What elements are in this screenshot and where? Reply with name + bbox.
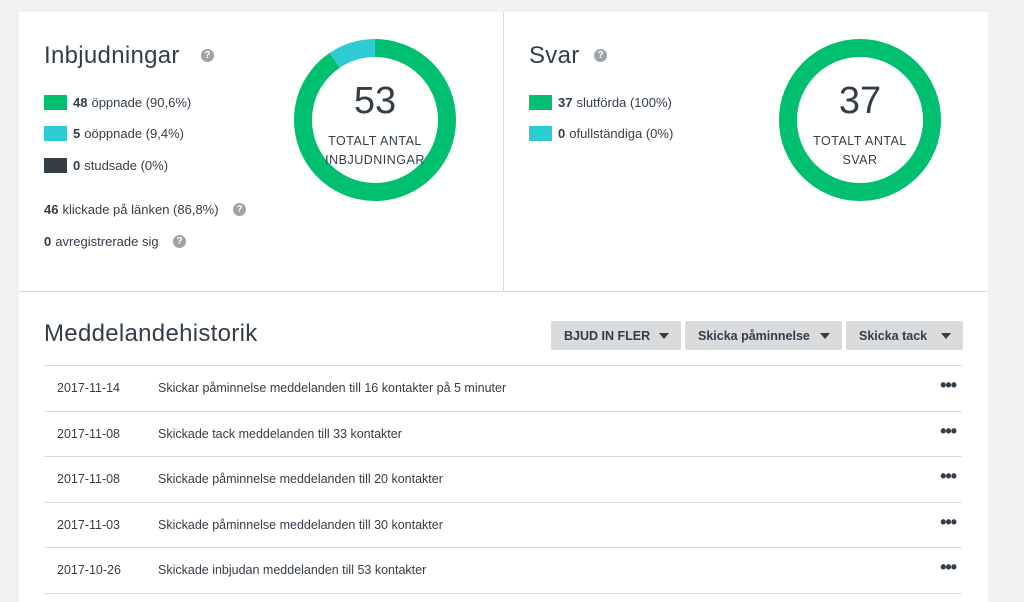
clicked-count: 46	[44, 202, 59, 217]
swatch-unopened	[44, 125, 67, 141]
row-date: 2017-11-08	[57, 472, 121, 487]
legend-incomplete-count: 0	[558, 125, 566, 141]
legend-completed-count: 37	[558, 94, 573, 110]
legend-completed: 37 slutförda (100%)	[529, 94, 672, 110]
invitations-donut-center: 53 TOTALT ANTAL INBJUDNINGAR	[292, 80, 458, 170]
legend-opened-label: öppnade (90,6%)	[91, 94, 192, 110]
summary-panel: Inbjudningar ? 48 öppnade (90,6%) 5 oöpp…	[19, 12, 988, 602]
send-thanks-label: Skicka tack	[859, 328, 928, 343]
row-date: 2017-11-14	[57, 381, 121, 395]
table-row: 2017-11-08 Skickade påminnelse meddeland…	[44, 457, 962, 503]
table-row: 2017-11-14 Skickar påminnelse meddelande…	[44, 366, 962, 412]
send-reminder-label: Skicka påminnelse	[698, 328, 810, 343]
message-history-table: 2017-11-14 Skickar påminnelse meddelande…	[44, 365, 962, 594]
more-options-icon[interactable]: •••	[940, 422, 957, 440]
responses-total-label-line2: SVAR	[842, 153, 878, 167]
horizontal-divider	[19, 291, 988, 292]
table-row: 2017-11-03 Skickade påminnelse meddeland…	[44, 503, 962, 549]
unsubscribed-label: avregistrerade sig	[55, 234, 159, 249]
unsubscribed-stat: 0 avregistrerade sig	[44, 234, 159, 249]
caret-down-icon	[659, 333, 669, 339]
legend-unopened: 5 oöppnade (9,4%)	[44, 125, 184, 141]
legend-opened: 48 öppnade (90,6%)	[44, 94, 191, 110]
row-description: Skickade påminnelse meddelanden till 30 …	[158, 517, 443, 532]
legend-incomplete: 0 ofullständiga (0%)	[529, 125, 673, 141]
legend-bounced: 0 studsade (0%)	[44, 157, 168, 173]
legend-unopened-count: 5	[73, 125, 81, 141]
responses-donut-center: 37 TOTALT ANTAL SVAR	[777, 80, 943, 170]
legend-bounced-label: studsade (0%)	[84, 157, 169, 173]
swatch-bounced	[44, 157, 67, 173]
row-date: 2017-11-03	[57, 517, 121, 532]
invitations-total-label: TOTALT ANTAL INBJUDNINGAR	[292, 132, 458, 170]
invitations-donut-segment-2	[329, 39, 376, 68]
row-date: 2017-11-08	[57, 426, 121, 441]
more-options-icon[interactable]: •••	[940, 376, 957, 394]
invitations-title: Inbjudningar	[44, 42, 180, 69]
more-options-icon[interactable]: •••	[940, 558, 957, 576]
more-options-icon[interactable]: •••	[940, 513, 957, 531]
row-description: Skickar påminnelse meddelanden till 16 k…	[158, 381, 507, 395]
vertical-divider	[503, 12, 504, 291]
unsubscribed-help-icon[interactable]: ?	[173, 235, 186, 248]
invite-more-label: BJUD IN FLER	[564, 328, 651, 343]
invitations-help-icon[interactable]: ?	[201, 49, 214, 62]
swatch-opened	[44, 94, 67, 110]
clicked-label: klickade på länken (86,8%)	[62, 202, 219, 217]
swatch-incomplete	[529, 125, 552, 141]
unsubscribed-count: 0	[44, 234, 52, 249]
swatch-completed	[529, 94, 552, 110]
responses-total-label-line1: TOTALT ANTAL	[813, 134, 907, 148]
caret-down-icon	[820, 333, 830, 339]
history-title: Meddelandehistorik	[44, 320, 258, 347]
clicked-link-stat: 46 klickade på länken (86,8%)	[44, 202, 219, 217]
row-description: Skickade tack meddelanden till 33 kontak…	[158, 426, 402, 441]
invite-more-button[interactable]: BJUD IN FLER	[551, 321, 681, 350]
row-date: 2017-10-26	[57, 563, 121, 578]
more-options-icon[interactable]: •••	[940, 467, 957, 485]
table-row: 2017-10-26 Skickade inbjudan meddelanden…	[44, 548, 962, 594]
legend-bounced-count: 0	[73, 157, 81, 173]
legend-incomplete-label: ofullständiga (0%)	[569, 125, 674, 141]
send-thanks-button[interactable]: Skicka tack	[846, 321, 963, 350]
invitations-total-label-line2: INBJUDNINGAR	[325, 153, 425, 167]
invitations-total-label-line1: TOTALT ANTAL	[328, 134, 422, 148]
row-description: Skickade inbjudan meddelanden till 53 ko…	[158, 563, 427, 578]
responses-help-icon[interactable]: ?	[594, 49, 607, 62]
legend-completed-label: slutförda (100%)	[576, 94, 672, 110]
legend-opened-count: 48	[73, 94, 88, 110]
responses-title: Svar	[529, 42, 580, 69]
send-reminder-button[interactable]: Skicka påminnelse	[685, 321, 842, 350]
responses-total-label: TOTALT ANTAL SVAR	[777, 132, 943, 170]
responses-total-number: 37	[838, 80, 882, 122]
clicked-help-icon[interactable]: ?	[233, 203, 246, 216]
legend-unopened-label: oöppnade (9,4%)	[84, 125, 184, 141]
caret-down-icon	[941, 333, 951, 339]
invitations-total-number: 53	[353, 80, 397, 122]
row-description: Skickade påminnelse meddelanden till 20 …	[158, 472, 443, 487]
table-row: 2017-11-08 Skickade tack meddelanden til…	[44, 412, 962, 458]
